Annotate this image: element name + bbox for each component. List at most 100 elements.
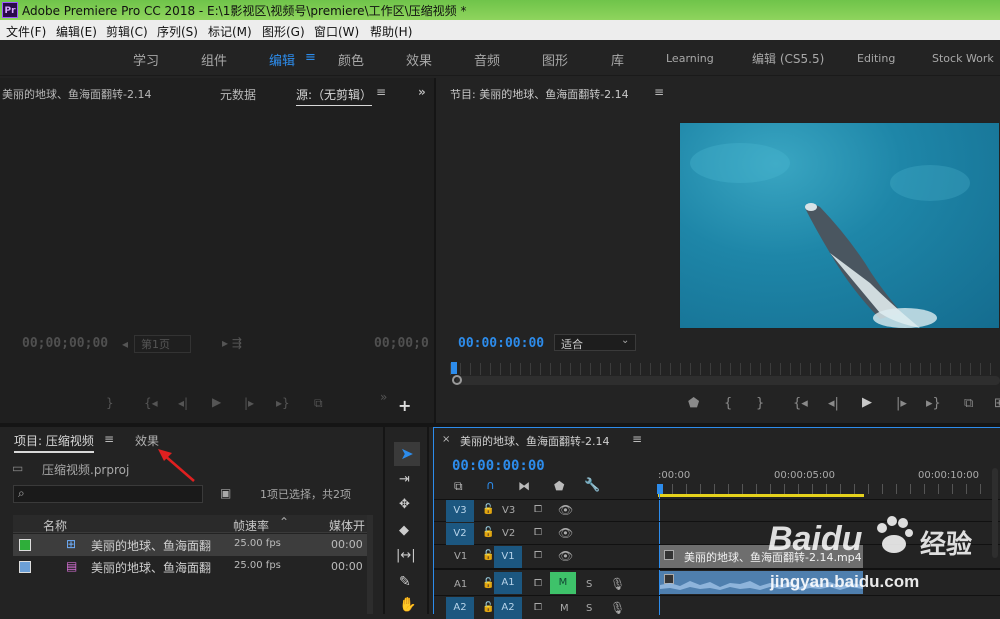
- snap-magnet-icon[interactable]: ∩: [486, 478, 495, 492]
- goto-in-icon[interactable]: {◂: [793, 396, 808, 411]
- add-marker-icon[interactable]: ⬟: [688, 396, 699, 411]
- menu-clip[interactable]: 剪辑(C): [106, 23, 148, 40]
- program-menu-icon[interactable]: ≡: [654, 85, 664, 99]
- mark-in-icon[interactable]: {: [724, 396, 732, 411]
- source-tab-clip[interactable]: 美丽的地球、鱼海面翻转-2.14: [2, 86, 151, 102]
- sync-lock-icon[interactable]: ⧠: [534, 527, 542, 538]
- timeline-playhead[interactable]: [657, 484, 663, 494]
- menu-edit[interactable]: 编辑(E): [56, 23, 97, 40]
- mute-button[interactable]: M: [560, 603, 569, 614]
- track-a2-target[interactable]: A2: [494, 597, 522, 619]
- workspace-libraries[interactable]: 库: [611, 50, 624, 69]
- ripple-edit-tool-icon[interactable]: ✥: [399, 497, 410, 512]
- lock-icon[interactable]: 🔓: [482, 527, 494, 538]
- eye-icon[interactable]: 👁: [558, 526, 573, 540]
- goto-out-icon[interactable]: ▸}: [926, 396, 941, 411]
- source-play-icon[interactable]: ▶: [212, 395, 221, 409]
- slip-tool-icon[interactable]: |↔|: [396, 548, 416, 563]
- menu-sequence[interactable]: 序列(S): [157, 23, 198, 40]
- play-icon[interactable]: ▶: [862, 395, 872, 410]
- hand-tool-icon[interactable]: ✋: [399, 597, 416, 613]
- source-add-button-icon[interactable]: +: [398, 396, 411, 415]
- project-row[interactable]: ⊞ 美丽的地球、鱼海面翻 25.00 fps 00:00: [13, 534, 367, 556]
- new-bin-icon[interactable]: ▣: [220, 486, 231, 500]
- source-tab-metadata[interactable]: 元数据: [220, 86, 256, 103]
- menu-help[interactable]: 帮助(H): [370, 23, 412, 40]
- workspace-effects[interactable]: 效果: [406, 50, 432, 69]
- source-tab-source[interactable]: 源:（无剪辑）: [296, 86, 373, 106]
- microphone-icon[interactable]: 🎙: [610, 601, 625, 615]
- track-v3-source[interactable]: V3: [446, 500, 474, 522]
- project-menu-icon[interactable]: ≡: [104, 432, 114, 446]
- project-tab[interactable]: 项目: 压缩视频: [14, 432, 94, 453]
- add-marker-icon[interactable]: ⬟: [554, 479, 564, 493]
- insert-nest-icon[interactable]: ⧉: [454, 479, 463, 494]
- lock-icon[interactable]: 🔓: [482, 578, 494, 589]
- work-area-bar[interactable]: [658, 494, 864, 497]
- workspace-menu-icon[interactable]: ≡: [305, 50, 316, 65]
- program-timecode[interactable]: 00:00:00:00: [458, 336, 544, 351]
- col-media-start[interactable]: 媒体开: [329, 517, 365, 534]
- source-insert-icon[interactable]: ⧉: [314, 396, 323, 411]
- timeline-tab-title[interactable]: 美丽的地球、鱼海面翻转-2.14: [460, 433, 609, 449]
- menu-graphics[interactable]: 图形(G): [262, 23, 305, 40]
- selection-tool-icon[interactable]: ➤: [394, 442, 420, 466]
- source-page-prev-icon[interactable]: ◂: [122, 337, 128, 351]
- source-menu-icon[interactable]: ≡: [376, 85, 386, 99]
- program-fit-select[interactable]: 适合 ⌄: [554, 334, 636, 351]
- program-playhead[interactable]: [451, 362, 457, 374]
- timeline-menu-icon[interactable]: ≡: [632, 432, 642, 446]
- extract-icon[interactable]: ⊞: [994, 396, 1000, 411]
- eye-icon[interactable]: 👁: [558, 503, 573, 517]
- source-goto-out-icon[interactable]: ▸}: [276, 396, 290, 410]
- workspace-learning-en[interactable]: Learning: [666, 52, 714, 65]
- track-select-tool-icon[interactable]: ⇥: [399, 472, 410, 487]
- mark-out-icon[interactable]: }: [756, 396, 764, 411]
- menu-file[interactable]: 文件(F): [6, 23, 46, 40]
- step-back-icon[interactable]: ◂|: [828, 396, 839, 411]
- menu-marker[interactable]: 标记(M): [208, 23, 252, 40]
- timeline-timecode[interactable]: 00:00:00:00: [452, 458, 545, 474]
- source-step-fwd-icon[interactable]: |▸: [244, 396, 254, 410]
- timeline-close-icon[interactable]: ×: [442, 434, 450, 445]
- workspace-editing-en[interactable]: Editing: [857, 52, 895, 65]
- microphone-icon[interactable]: 🎙: [610, 577, 625, 591]
- sync-lock-icon[interactable]: ⧠: [534, 578, 542, 589]
- workspace-stock[interactable]: Stock Work: [932, 52, 994, 65]
- solo-button[interactable]: S: [586, 603, 592, 614]
- track-a1-source-label[interactable]: A1: [454, 579, 467, 590]
- track-v1-source-label[interactable]: V1: [454, 551, 467, 562]
- col-fps[interactable]: 帧速率: [233, 517, 269, 534]
- sync-lock-icon[interactable]: ⧠: [534, 602, 542, 613]
- mute-button[interactable]: M: [550, 572, 576, 594]
- col-name[interactable]: 名称: [43, 517, 67, 534]
- program-scroll-handle[interactable]: [452, 375, 462, 385]
- source-goto-in-icon[interactable]: {◂: [144, 396, 158, 410]
- track-v1-target[interactable]: V1: [494, 546, 522, 568]
- lock-icon[interactable]: 🔓: [482, 602, 494, 613]
- project-row[interactable]: ▤ 美丽的地球、鱼海面翻 25.00 fps 00:00: [13, 556, 367, 578]
- workspace-audio[interactable]: 音频: [474, 50, 500, 69]
- track-v2-source[interactable]: V2: [446, 523, 474, 545]
- workspace-editing[interactable]: 编辑: [269, 50, 295, 69]
- source-page-next-icon[interactable]: ▸ ⇶: [222, 336, 242, 350]
- workspace-learn[interactable]: 学习: [133, 50, 159, 69]
- source-more-icon[interactable]: »: [380, 390, 387, 404]
- project-search-input[interactable]: ⌕: [13, 485, 203, 503]
- program-scrollbar[interactable]: [456, 376, 1000, 385]
- pen-tool-icon[interactable]: ✎: [399, 574, 411, 590]
- workspace-assembly[interactable]: 组件: [201, 50, 227, 69]
- project-vertical-scrollbar[interactable]: [367, 515, 373, 614]
- lock-icon[interactable]: 🔓: [482, 504, 494, 515]
- track-a1-target[interactable]: A1: [494, 572, 522, 594]
- panel-expand-icon[interactable]: »: [418, 85, 426, 99]
- menu-window[interactable]: 窗口(W): [314, 23, 359, 40]
- source-mark-out-icon[interactable]: }: [106, 396, 114, 410]
- workspace-color[interactable]: 颜色: [338, 50, 364, 69]
- source-step-back-icon[interactable]: ◂|: [178, 396, 188, 410]
- eye-icon[interactable]: 👁: [558, 549, 573, 563]
- wrench-icon[interactable]: 🔧: [584, 478, 600, 493]
- razor-tool-icon[interactable]: ◆: [399, 523, 409, 538]
- lift-icon[interactable]: ⧉: [964, 396, 973, 411]
- solo-button[interactable]: S: [586, 579, 592, 590]
